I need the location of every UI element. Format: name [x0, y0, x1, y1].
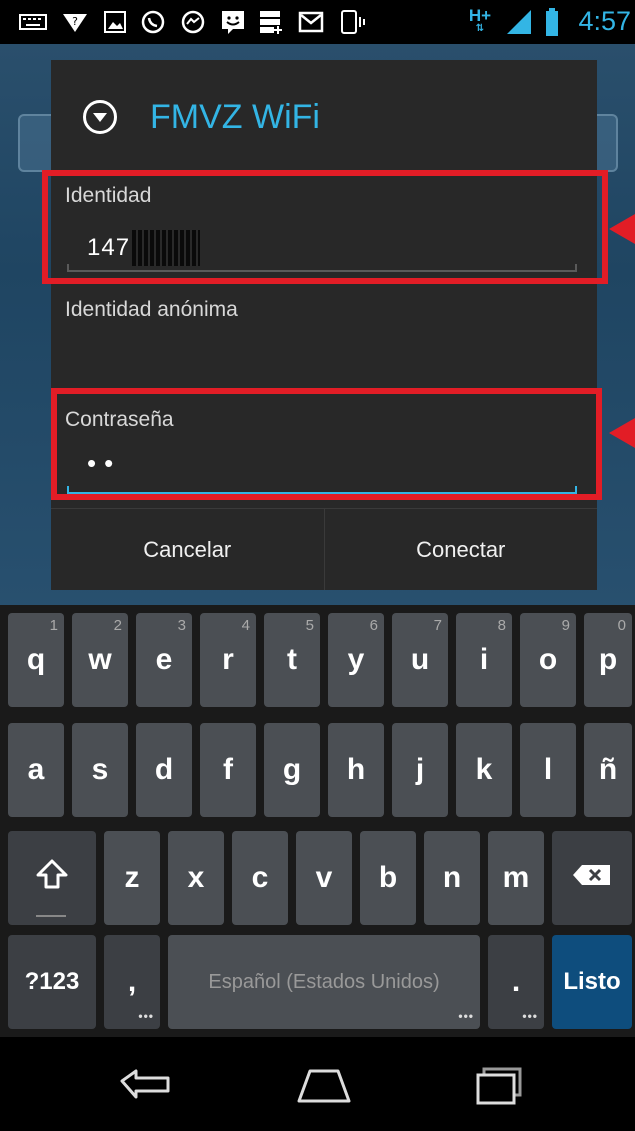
storage-icon [256, 9, 286, 35]
key-y[interactable]: 6y [328, 613, 384, 707]
highlight-arrow-password [609, 418, 635, 448]
bbm-icon [218, 9, 248, 35]
space-key[interactable]: Español (Estados Unidos) ••• [168, 935, 480, 1029]
key-n[interactable]: n [424, 831, 480, 925]
wifi-warning-icon: ? [60, 9, 90, 35]
connect-button[interactable]: Conectar [323, 509, 598, 590]
signal-icon [504, 9, 534, 35]
key-h[interactable]: h [328, 723, 384, 817]
backspace-key[interactable] [552, 831, 632, 925]
highlight-box-password [51, 388, 602, 500]
key-c[interactable]: c [232, 831, 288, 925]
shift-key[interactable] [8, 831, 96, 925]
key-d[interactable]: d [136, 723, 192, 817]
keyboard-icon [18, 9, 48, 35]
key-u[interactable]: 7u [392, 613, 448, 707]
highlight-box-identity [42, 170, 608, 284]
symbols-key[interactable]: ?123 [8, 935, 96, 1029]
image-icon [100, 9, 130, 35]
home-icon[interactable] [296, 1067, 352, 1108]
key-k[interactable]: k [456, 723, 512, 817]
status-bar: ? H+ ⇅ 4:57 [0, 0, 635, 44]
key-n-tilde[interactable]: ñ [584, 723, 632, 817]
space-key-label: Español (Estados Unidos) [208, 970, 440, 993]
dialog-header: FMVZ WiFi [51, 60, 597, 178]
whatsapp-icon [138, 9, 168, 35]
key-t[interactable]: 5t [264, 613, 320, 707]
soft-keyboard: 1q 2w 3e 4r 5t 6y 7u 8i 9o 0p a s d f g … [0, 605, 635, 1037]
key-o[interactable]: 9o [520, 613, 576, 707]
key-j[interactable]: j [392, 723, 448, 817]
key-r[interactable]: 4r [200, 613, 256, 707]
key-a[interactable]: a [8, 723, 64, 817]
dialog-title: FMVZ WiFi [150, 98, 320, 136]
recent-apps-icon[interactable] [474, 1067, 524, 1110]
key-b[interactable]: b [360, 831, 416, 925]
comma-key[interactable]: , ••• [104, 935, 160, 1029]
key-l[interactable]: l [520, 723, 576, 817]
key-x[interactable]: x [168, 831, 224, 925]
wifi-dialog: FMVZ WiFi Identidad 147 Identidad anónim… [51, 60, 597, 590]
key-g[interactable]: g [264, 723, 320, 817]
backspace-icon [572, 861, 612, 895]
gmail-icon [296, 9, 326, 35]
dialog-buttons: Cancelar Conectar [51, 508, 597, 590]
key-e[interactable]: 3e [136, 613, 192, 707]
back-icon[interactable] [118, 1067, 174, 1108]
chevron-down-icon[interactable] [83, 100, 117, 134]
status-time: 4:57 [578, 6, 631, 36]
key-m[interactable]: m [488, 831, 544, 925]
cancel-button[interactable]: Cancelar [51, 509, 324, 590]
key-f[interactable]: f [200, 723, 256, 817]
vibrate-icon [336, 9, 370, 35]
key-q[interactable]: 1q [8, 613, 64, 707]
key-v[interactable]: v [296, 831, 352, 925]
battery-icon [544, 8, 560, 36]
svg-text:?: ? [72, 15, 78, 28]
key-p[interactable]: 0p [584, 613, 632, 707]
period-key[interactable]: . ••• [488, 935, 544, 1029]
key-z[interactable]: z [104, 831, 160, 925]
key-s[interactable]: s [72, 723, 128, 817]
key-i[interactable]: 8i [456, 613, 512, 707]
key-w[interactable]: 2w [72, 613, 128, 707]
anonymous-identity-label: Identidad anónima [65, 298, 238, 321]
highlight-arrow-identity [609, 214, 635, 244]
navigation-bar [0, 1037, 635, 1131]
network-hplus-icon: H+ ⇅ [468, 6, 492, 34]
messenger-icon [178, 9, 208, 35]
anonymous-identity-field[interactable] [87, 334, 567, 368]
done-key[interactable]: Listo [552, 935, 632, 1029]
shift-icon [35, 857, 69, 899]
